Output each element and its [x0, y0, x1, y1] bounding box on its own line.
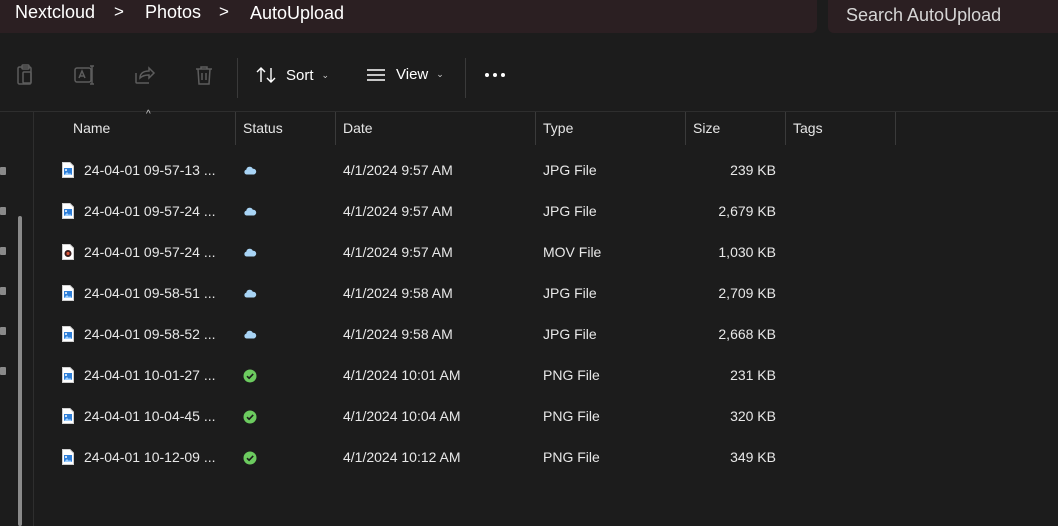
cloud-status-icon	[243, 164, 257, 178]
file-date: 4/1/2024 9:57 AM	[343, 203, 453, 219]
image-file-icon	[62, 203, 74, 219]
file-size: 2,668 KB	[718, 326, 776, 342]
column-header-size[interactable]: Size	[685, 112, 786, 145]
file-type: PNG File	[543, 408, 600, 424]
file-size: 231 KB	[730, 367, 776, 383]
file-date: 4/1/2024 10:04 AM	[343, 408, 461, 424]
synced-status-icon	[243, 451, 257, 465]
file-size: 239 KB	[730, 162, 776, 178]
file-type: JPG File	[543, 203, 597, 219]
file-row[interactable]: 24-04-01 09-57-13 ... 4/1/2024 9:57 AM JPG…	[34, 150, 1058, 191]
file-size: 2,709 KB	[718, 285, 776, 301]
search-input[interactable]	[846, 4, 1046, 26]
file-date: 4/1/2024 9:57 AM	[343, 162, 453, 178]
column-header-status[interactable]: Status	[235, 112, 336, 145]
sort-label: Sort	[286, 66, 314, 84]
file-size: 320 KB	[730, 408, 776, 424]
file-name: 24-04-01 09-57-24 ...	[84, 244, 216, 260]
file-row[interactable]: 24-04-01 10-04-45 ... 4/1/2024 10:04 AM PN…	[34, 396, 1058, 437]
file-date: 4/1/2024 10:01 AM	[343, 367, 461, 383]
column-header-date[interactable]: Date	[335, 112, 536, 145]
file-row[interactable]: 24-04-01 10-01-27 ... 4/1/2024 10:01 AM PN…	[34, 355, 1058, 396]
cloud-status-icon	[243, 205, 257, 219]
file-type: JPG File	[543, 285, 597, 301]
breadcrumb-item-autoupload[interactable]: AutoUpload	[250, 3, 344, 24]
cloud-status-icon	[243, 328, 257, 342]
toolbar-divider	[237, 58, 238, 98]
navigation-pane[interactable]	[0, 112, 34, 526]
video-file-icon	[62, 244, 74, 260]
breadcrumb-separator-icon[interactable]: >	[219, 2, 229, 22]
breadcrumb[interactable]: Nextcloud > Photos > AutoUpload	[0, 0, 817, 33]
column-header-row: ^ Name Status Date Type Size Tags	[34, 109, 1058, 145]
column-header-name[interactable]: Name	[65, 112, 236, 145]
more-dot-icon	[501, 73, 505, 77]
file-date: 4/1/2024 9:58 AM	[343, 326, 453, 342]
file-size: 2,679 KB	[718, 203, 776, 219]
command-bar: Sort ⌄ View ⌄	[0, 43, 1058, 112]
delete-icon[interactable]	[192, 63, 216, 87]
file-row[interactable]: 24-04-01 09-58-52 ... 4/1/2024 9:58 AM JPG…	[34, 314, 1058, 355]
pin-icon	[0, 327, 6, 335]
pin-icon	[0, 247, 6, 255]
file-row[interactable]: 24-04-01 09-58-51 ... 4/1/2024 9:58 AM JPG…	[34, 273, 1058, 314]
paste-icon[interactable]	[13, 63, 37, 87]
file-name: 24-04-01 10-04-45 ...	[84, 408, 216, 424]
sort-button[interactable]: Sort ⌄	[256, 66, 329, 84]
breadcrumb-item-photos[interactable]: Photos	[145, 2, 201, 23]
file-name: 24-04-01 09-57-13 ...	[84, 162, 216, 178]
image-file-icon	[62, 285, 74, 301]
file-name: 24-04-01 09-58-52 ...	[84, 326, 216, 342]
file-type: JPG File	[543, 162, 597, 178]
file-name: 24-04-01 10-12-09 ...	[84, 449, 216, 465]
file-row[interactable]: 24-04-01 09-57-24 ... 4/1/2024 9:57 AM MOV…	[34, 232, 1058, 273]
file-type: PNG File	[543, 449, 600, 465]
pin-icon	[0, 207, 6, 215]
pin-icon	[0, 287, 6, 295]
file-size: 1,030 KB	[718, 244, 776, 260]
image-file-icon	[62, 408, 74, 424]
search-box[interactable]	[828, 0, 1058, 33]
column-header-tags[interactable]: Tags	[785, 112, 896, 145]
toolbar-divider	[465, 58, 466, 98]
file-name: 24-04-01 10-01-27 ...	[84, 367, 216, 383]
share-icon[interactable]	[132, 63, 156, 87]
file-date: 4/1/2024 9:58 AM	[343, 285, 453, 301]
chevron-down-icon: ⌄	[436, 69, 444, 79]
file-type: PNG File	[543, 367, 600, 383]
cloud-status-icon	[243, 246, 257, 260]
rename-icon[interactable]	[72, 63, 96, 87]
file-name: 24-04-01 09-58-51 ...	[84, 285, 216, 301]
file-size: 349 KB	[730, 449, 776, 465]
image-file-icon	[62, 162, 74, 178]
address-row: Nextcloud > Photos > AutoUpload	[0, 0, 1058, 43]
more-options-button[interactable]	[485, 73, 505, 77]
file-row[interactable]: 24-04-01 10-12-09 ... 4/1/2024 10:12 AM PN…	[34, 437, 1058, 478]
view-icon	[367, 68, 385, 81]
breadcrumb-item-nextcloud[interactable]: Nextcloud	[15, 2, 95, 23]
file-row[interactable]: 24-04-01 09-57-24 ... 4/1/2024 9:57 AM JPG…	[34, 191, 1058, 232]
sort-icon	[256, 67, 276, 83]
pin-icon	[0, 167, 6, 175]
nav-scrollbar[interactable]	[18, 216, 22, 526]
cloud-status-icon	[243, 287, 257, 301]
image-file-icon	[62, 367, 74, 383]
synced-status-icon	[243, 410, 257, 424]
file-date: 4/1/2024 9:57 AM	[343, 244, 453, 260]
view-button[interactable]: View ⌄	[366, 66, 444, 83]
more-dot-icon	[485, 73, 489, 77]
image-file-icon	[62, 449, 74, 465]
chevron-down-icon: ⌄	[321, 69, 330, 80]
file-type: MOV File	[543, 244, 602, 260]
file-name: 24-04-01 09-57-24 ...	[84, 203, 216, 219]
image-file-icon	[62, 326, 74, 342]
synced-status-icon	[243, 369, 257, 383]
breadcrumb-separator-icon[interactable]: >	[114, 2, 124, 22]
view-label: View	[396, 66, 429, 83]
pin-icon	[0, 367, 6, 375]
file-type: JPG File	[543, 326, 597, 342]
column-header-type[interactable]: Type	[535, 112, 686, 145]
more-dot-icon	[493, 73, 497, 77]
file-date: 4/1/2024 10:12 AM	[343, 449, 461, 465]
